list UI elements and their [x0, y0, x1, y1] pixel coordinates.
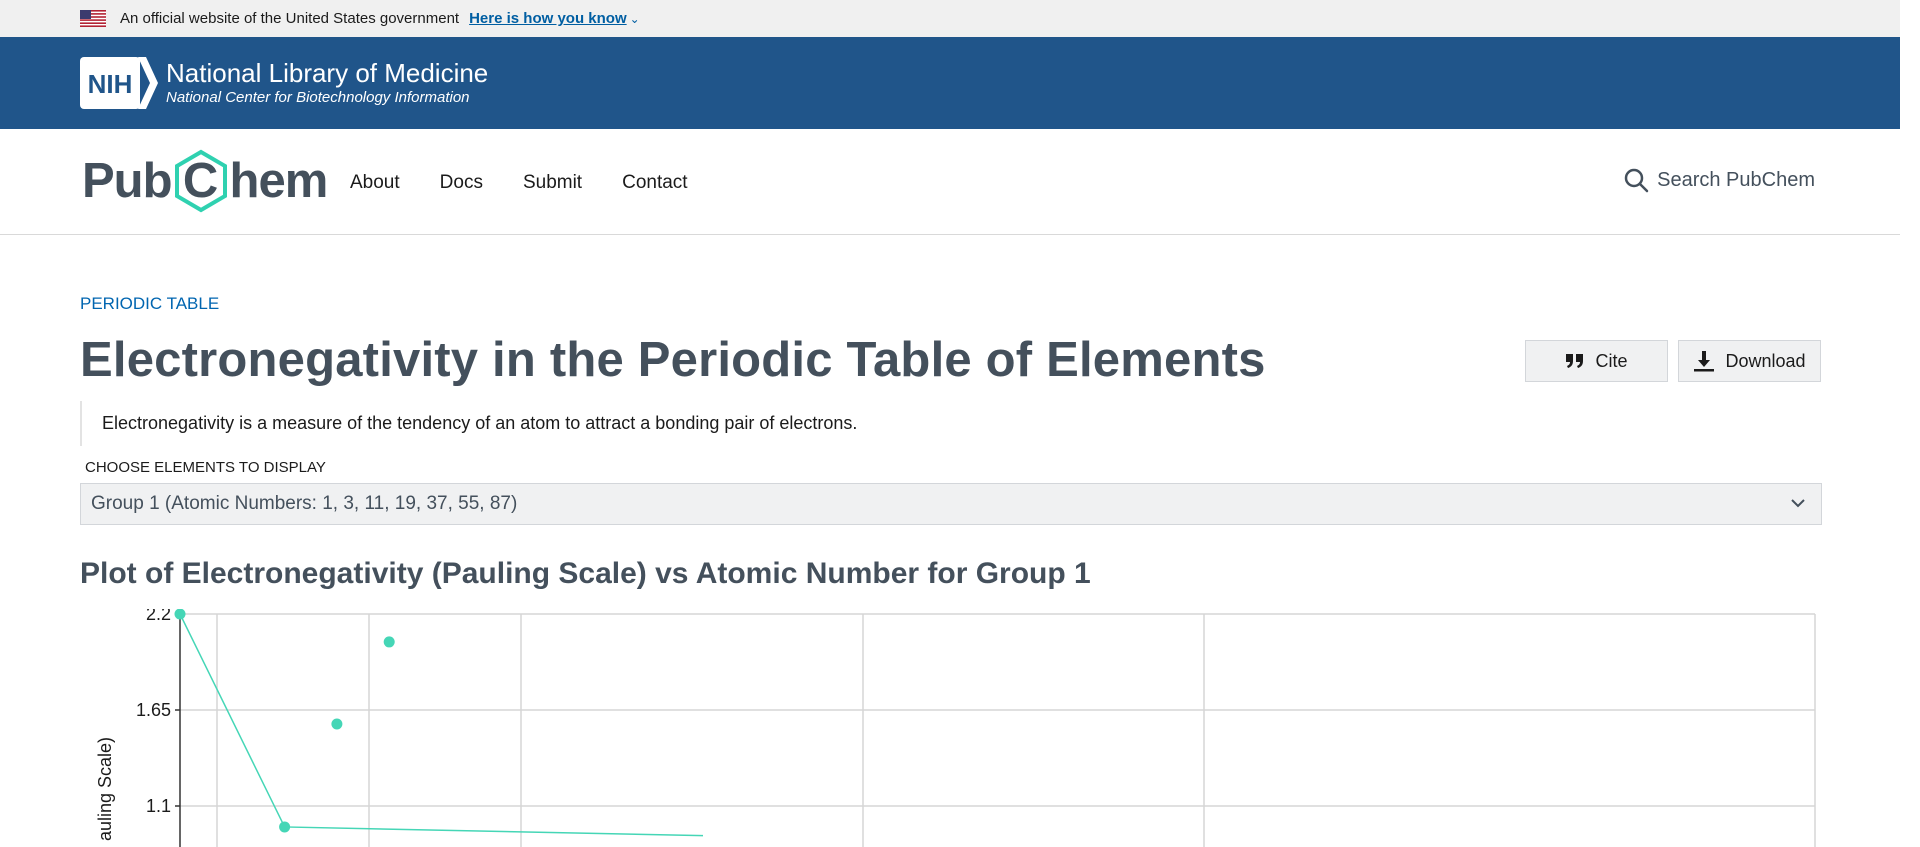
y-tick-label-1: 1.65: [136, 700, 171, 720]
nih-logo-text: NIH: [88, 69, 133, 99]
download-icon: [1694, 351, 1715, 372]
element-group-select[interactable]: Group 1 (Atomic Numbers: 1, 3, 11, 19, 3…: [80, 483, 1822, 525]
gov-banner-text: An official website of the United States…: [120, 10, 460, 27]
data-point-3: [383, 636, 395, 648]
data-point-0: [174, 609, 186, 620]
page-title: Electronegativity in the Periodic Table …: [80, 333, 1266, 387]
nav-docs[interactable]: Docs: [440, 172, 483, 194]
nlm-header: NIH National Library of Medicine Nationa…: [0, 37, 1900, 129]
logo-c: C: [182, 154, 219, 208]
chevron-down-icon: [1791, 499, 1805, 508]
search-button[interactable]: Search PubChem: [1623, 167, 1815, 193]
how-you-know-link[interactable]: Here is how you know: [469, 10, 627, 27]
data-point-2: [331, 718, 343, 730]
nav-about[interactable]: About: [350, 172, 400, 194]
chevron-down-icon[interactable]: ⌄: [630, 12, 640, 26]
gov-banner: An official website of the United States…: [0, 0, 1900, 37]
main-nav: About Docs Submit Contact: [350, 172, 728, 194]
y-axis-label: auling Scale): [95, 737, 115, 841]
logo-pub: Pub: [82, 154, 173, 208]
description: Electronegativity is a measure of the te…: [80, 401, 980, 446]
nlm-subtitle: National Center for Biotechnology Inform…: [166, 89, 470, 106]
search-icon: [1624, 168, 1649, 193]
y-axis-ticks: 2.2 1.65 1.1: [136, 609, 180, 816]
choose-elements-label: CHOOSE ELEMENTS TO DISPLAY: [85, 459, 326, 476]
nih-logo[interactable]: NIH: [80, 57, 158, 109]
download-button[interactable]: Download: [1678, 340, 1821, 382]
data-point-1: [279, 821, 291, 833]
quote-icon: [1566, 354, 1584, 368]
series-line: [179, 613, 704, 837]
cite-button[interactable]: Cite: [1525, 340, 1668, 382]
download-label: Download: [1725, 350, 1806, 371]
hexagon-icon: C: [173, 149, 229, 213]
us-flag-icon: [80, 10, 106, 27]
pubchem-header: Pub C hem About Docs Submit Contact Sear…: [0, 129, 1900, 235]
y-tick-label-0: 2.2: [146, 609, 171, 624]
electronegativity-chart: 2.2 1.65 1.1 auling Scale): [95, 609, 1816, 847]
nav-contact[interactable]: Contact: [622, 172, 687, 194]
cite-label: Cite: [1595, 350, 1628, 371]
breadcrumb[interactable]: PERIODIC TABLE: [80, 294, 219, 314]
plot-title: Plot of Electronegativity (Pauling Scale…: [80, 557, 1091, 590]
y-tick-label-2: 1.1: [146, 796, 171, 816]
nlm-title[interactable]: National Library of Medicine: [166, 58, 488, 89]
pubchem-logo[interactable]: Pub C hem: [82, 149, 329, 213]
logo-hem: hem: [229, 154, 329, 208]
search-label: Search PubChem: [1657, 168, 1815, 191]
nav-submit[interactable]: Submit: [523, 172, 582, 194]
series-electronegativity: [174, 609, 704, 837]
selected-option: Group 1 (Atomic Numbers: 1, 3, 11, 19, 3…: [91, 493, 518, 514]
chart-grid: [179, 613, 1816, 847]
